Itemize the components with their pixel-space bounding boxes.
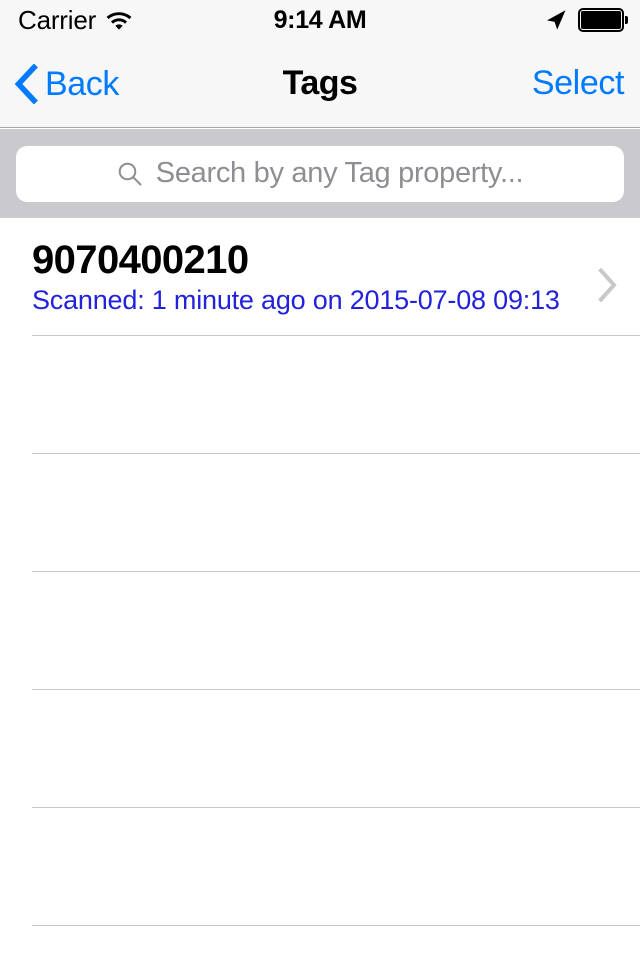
clock-label: 9:14 AM bbox=[273, 5, 367, 34]
table-row-content: 9070400210 Scanned: 1 minute ago on 2015… bbox=[32, 218, 576, 335]
empty-list-item bbox=[0, 690, 640, 808]
search-icon bbox=[117, 161, 143, 187]
empty-list-item bbox=[0, 454, 640, 572]
select-button[interactable]: Select bbox=[532, 40, 625, 127]
empty-list-item bbox=[0, 808, 640, 926]
table-row[interactable]: 9070400210 Scanned: 1 minute ago on 2015… bbox=[0, 218, 640, 336]
chevron-right-icon bbox=[598, 267, 618, 303]
empty-list-item bbox=[0, 926, 640, 960]
search-bar-container: Search by any Tag property... bbox=[0, 129, 640, 218]
empty-list-item bbox=[0, 572, 640, 690]
tag-id-label: 9070400210 bbox=[32, 237, 249, 282]
location-arrow-icon bbox=[544, 8, 568, 32]
status-bar: Carrier 9:14 AM bbox=[0, 0, 640, 40]
search-inner: Search by any Tag property... bbox=[117, 157, 524, 189]
app-screen: Carrier 9:14 AM Back Tags Select Search … bbox=[0, 0, 640, 960]
battery-full-icon bbox=[578, 8, 628, 32]
navigation-bar: Back Tags Select bbox=[0, 40, 640, 128]
empty-list-item bbox=[0, 336, 640, 454]
tags-list[interactable]: 9070400210 Scanned: 1 minute ago on 2015… bbox=[0, 218, 640, 960]
tag-scanned-label: Scanned: 1 minute ago on 2015-07-08 09:1… bbox=[32, 284, 560, 315]
status-bar-right bbox=[544, 0, 628, 40]
search-placeholder: Search by any Tag property... bbox=[155, 157, 524, 189]
search-input[interactable]: Search by any Tag property... bbox=[16, 145, 624, 202]
